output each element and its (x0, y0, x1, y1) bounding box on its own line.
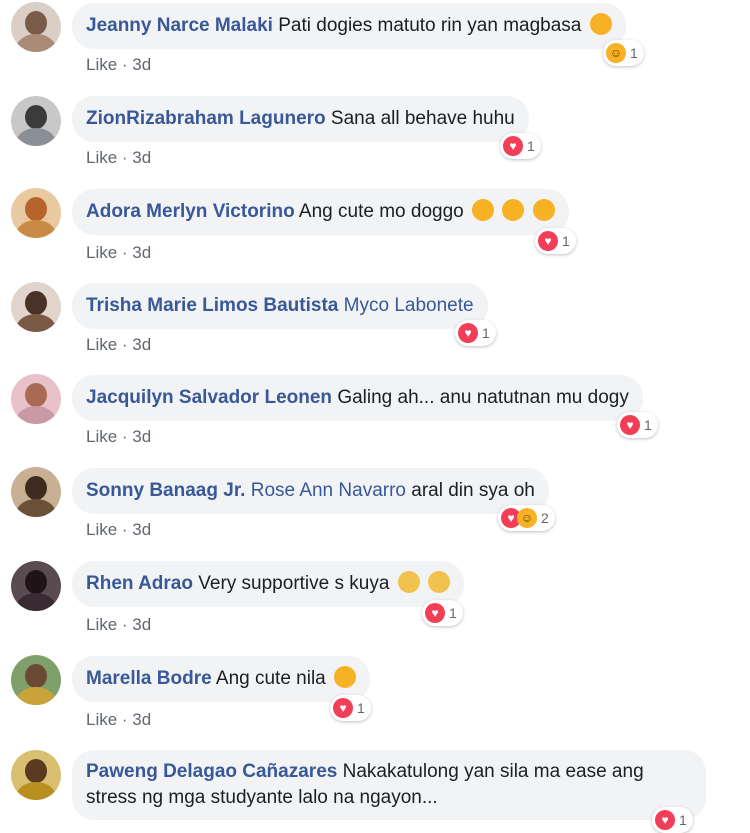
like-link[interactable]: Like (86, 335, 117, 354)
heart-eyes-emoji-icon (334, 666, 357, 688)
reaction-count: 1 (449, 605, 457, 621)
comment-bubble: Paweng Delagao Cañazares Nakakatulong ya… (72, 750, 706, 820)
author-name[interactable]: Paweng Delagao Cañazares (86, 761, 337, 782)
comment-meta: Like · 3d (86, 148, 152, 167)
comment-bubble: Jeanny Narce Malaki Pati dogies matuto r… (72, 3, 626, 49)
laughing-emoji-icon (589, 13, 612, 35)
love-reaction-icon: ♥ (655, 810, 675, 830)
reaction-summary[interactable]: ♥ 1 (422, 600, 463, 626)
timestamp[interactable]: 3d (132, 148, 151, 167)
timestamp[interactable]: 3d (132, 427, 151, 446)
smiling-emoji-icon (532, 199, 555, 221)
timestamp[interactable]: 3d (132, 615, 151, 634)
comment-text: Galing ah... anu natutnan mu dogy (337, 387, 629, 408)
like-link[interactable]: Like (86, 148, 117, 167)
author-name[interactable]: Marella Bodre (86, 668, 212, 689)
avatar[interactable] (11, 96, 61, 146)
author-name[interactable]: Sonny Banaag Jr. (86, 480, 245, 501)
comment-bubble: Adora Merlyn Victorino Ang cute mo doggo (72, 189, 569, 235)
comment-text: Pati dogies matuto rin yan magbasa (278, 15, 582, 36)
reaction-count: 1 (679, 812, 687, 828)
reaction-summary[interactable]: ☺ 1 (603, 40, 644, 66)
comment-bubble: Sonny Banaag Jr. Rose Ann Navarro aral d… (72, 468, 549, 514)
like-link[interactable]: Like (86, 55, 117, 74)
reaction-summary[interactable]: ♥ 1 (652, 807, 693, 833)
avatar[interactable] (11, 188, 61, 238)
comment-text: Sana all behave huhu (330, 108, 515, 129)
comment-text: Very supportive s kuya (198, 573, 390, 594)
reaction-summary[interactable]: ♥ 1 (330, 695, 371, 721)
reaction-summary[interactable]: ♥ ☺ 2 (498, 505, 555, 531)
like-link[interactable]: Like (86, 520, 117, 539)
comment-text: Ang cute mo doggo (298, 201, 464, 222)
like-link[interactable]: Like (86, 615, 117, 634)
love-reaction-icon: ♥ (458, 323, 478, 343)
love-reaction-icon: ♥ (538, 231, 558, 251)
reaction-count: 1 (630, 45, 638, 61)
comment-bubble: Jacquilyn Salvador Leonen Galing ah... a… (72, 375, 643, 421)
comment-text: aral din sya oh (411, 480, 535, 501)
comment-text: Ang cute nila (215, 668, 326, 689)
reaction-count: 2 (541, 510, 549, 526)
like-link[interactable]: Like (86, 710, 117, 729)
reaction-count: 1 (644, 417, 652, 433)
reaction-count: 1 (482, 325, 490, 341)
like-link[interactable]: Like (86, 243, 117, 262)
comment-bubble: Rhen Adrao Very supportive s kuya (72, 561, 464, 607)
reaction-summary[interactable]: ♥ 1 (617, 412, 658, 438)
reaction-summary[interactable]: ♥ 1 (455, 320, 496, 346)
like-link[interactable]: Like (86, 427, 117, 446)
smiling-emoji-icon (472, 199, 494, 221)
reaction-count: 1 (527, 138, 535, 154)
author-name[interactable]: Jeanny Narce Malaki (86, 15, 273, 36)
comment-meta: Like · 3d (86, 520, 152, 539)
tagged-user[interactable]: Myco Labonete (344, 295, 474, 316)
avatar[interactable] (11, 467, 61, 517)
love-reaction-icon: ♥ (620, 415, 640, 435)
avatar[interactable] (11, 561, 61, 611)
avatar[interactable] (11, 282, 61, 332)
comment-bubble: ZionRizabraham Lagunero Sana all behave … (72, 96, 529, 142)
comment-meta: Like · 3d (86, 615, 152, 634)
comment-meta: Like · 3d (86, 427, 152, 446)
love-reaction-icon: ♥ (425, 603, 445, 623)
clapping-hands-emoji-icon (427, 571, 450, 593)
comment-bubble: Trisha Marie Limos Bautista Myco Labonet… (72, 283, 488, 329)
haha-reaction-icon: ☺ (517, 508, 537, 528)
author-name[interactable]: Rhen Adrao (86, 573, 193, 594)
reaction-summary[interactable]: ♥ 1 (500, 133, 541, 159)
author-name[interactable]: ZionRizabraham Lagunero (86, 108, 326, 129)
timestamp[interactable]: 3d (132, 335, 151, 354)
timestamp[interactable]: 3d (132, 520, 151, 539)
haha-reaction-icon: ☺ (606, 43, 626, 63)
comment-meta: Like · 3d (86, 710, 152, 729)
love-reaction-icon: ♥ (503, 136, 523, 156)
author-name[interactable]: Trisha Marie Limos Bautista (86, 295, 338, 316)
timestamp[interactable]: 3d (132, 243, 151, 262)
comment-meta: Like · 3d (86, 243, 152, 262)
clapping-hands-emoji-icon (397, 571, 420, 593)
avatar[interactable] (11, 2, 61, 52)
avatar[interactable] (11, 750, 61, 800)
tagged-user[interactable]: Rose Ann Navarro (251, 480, 406, 501)
avatar[interactable] (11, 655, 61, 705)
love-reaction-icon: ♥ (333, 698, 353, 718)
avatar[interactable] (11, 374, 61, 424)
reaction-count: 1 (357, 700, 365, 716)
reaction-summary[interactable]: ♥ 1 (535, 228, 576, 254)
comment-bubble: Marella Bodre Ang cute nila (72, 656, 371, 702)
comment-meta: Like · 3d (86, 55, 152, 74)
smiling-emoji-icon (502, 199, 525, 221)
reaction-count: 1 (562, 233, 570, 249)
comment-meta: Like · 3d (86, 335, 152, 354)
author-name[interactable]: Adora Merlyn Victorino (86, 201, 295, 222)
timestamp[interactable]: 3d (132, 55, 151, 74)
author-name[interactable]: Jacquilyn Salvador Leonen (86, 387, 332, 408)
timestamp[interactable]: 3d (132, 710, 151, 729)
